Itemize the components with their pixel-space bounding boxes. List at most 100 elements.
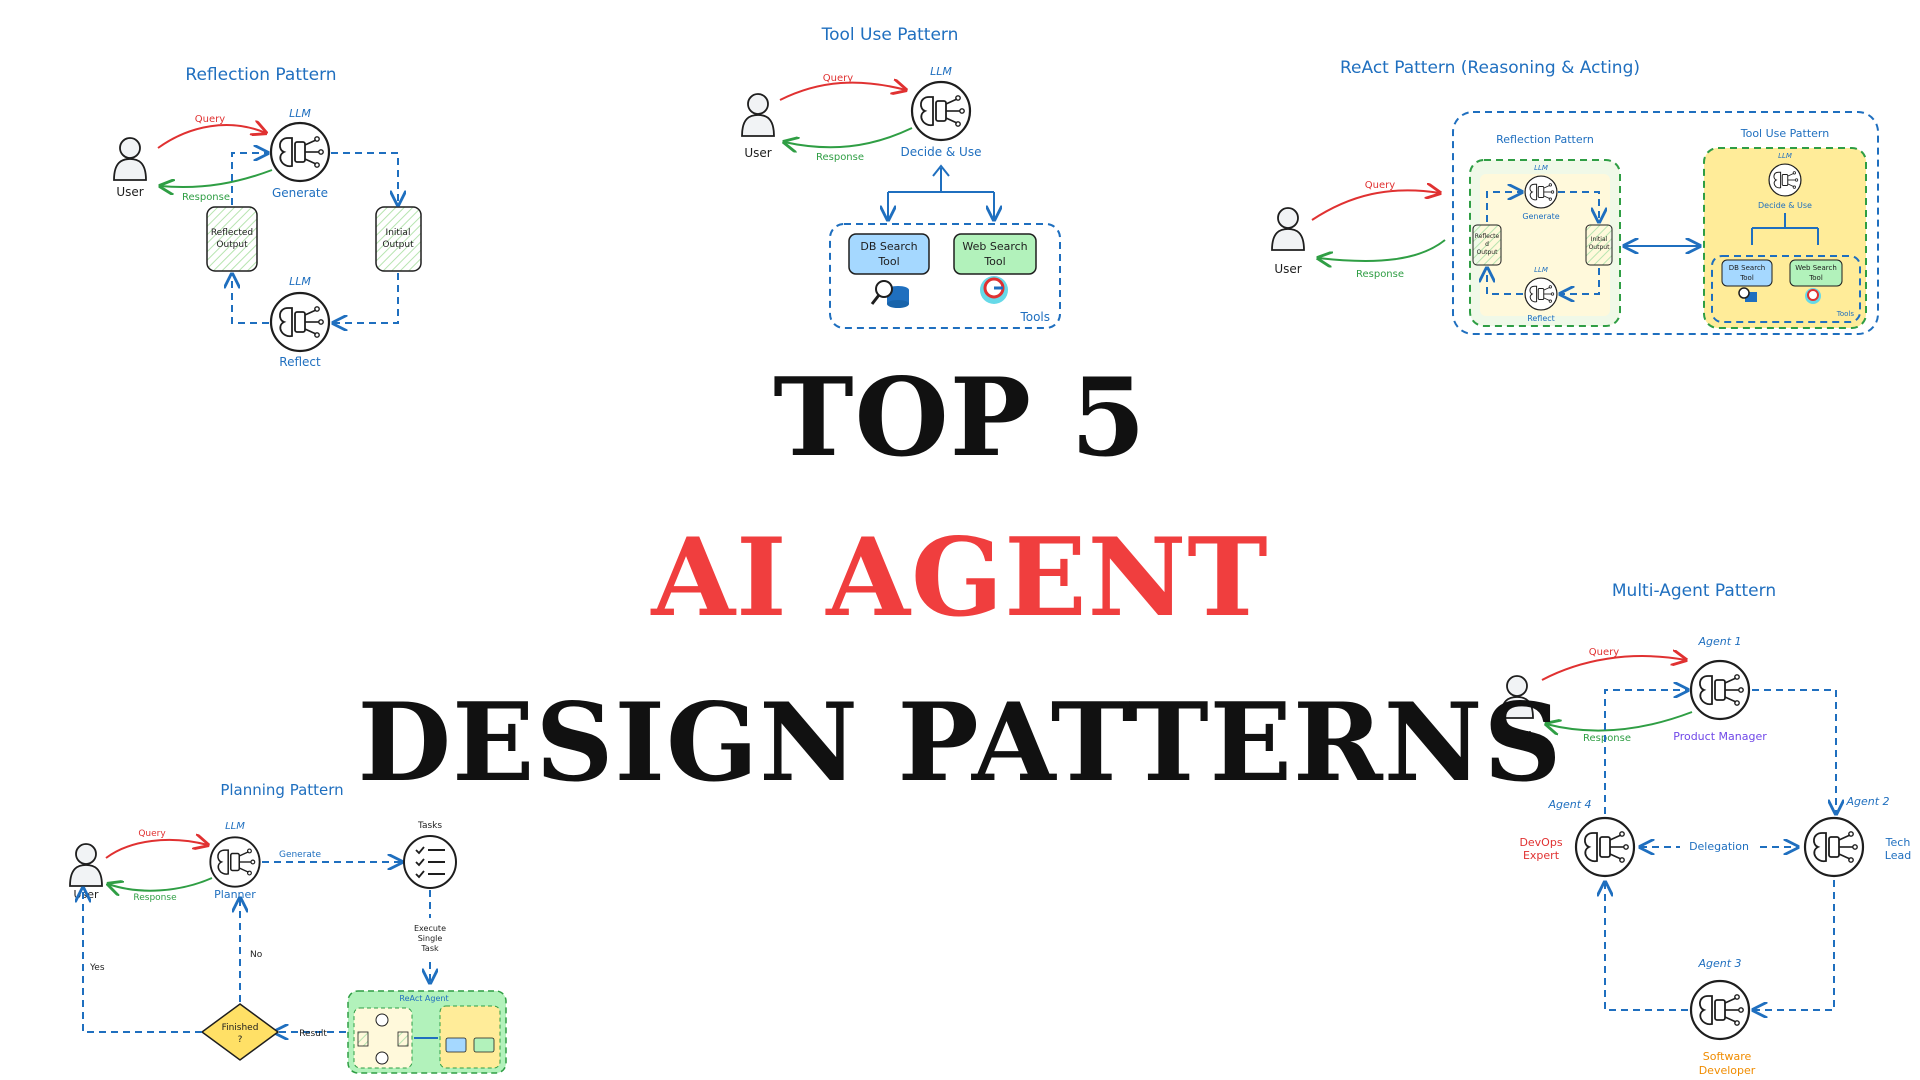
response-label: Response [182,192,230,203]
headline-design-patterns: DESIGN PATTERNS [357,680,1563,806]
llm-generate-icon [1524,175,1558,209]
reflection-title: Reflection Pattern [185,65,336,85]
reflected-to-generate-arrow [231,153,268,205]
finished-line1: Finished [222,1023,259,1033]
agent2-to-agent3-arrow [1753,880,1835,1010]
initial-output-line1: Initial [386,228,411,238]
llm-label: LLM [1534,266,1548,274]
response-label: Response [1356,269,1404,280]
llm-reflect-icon [1524,277,1558,311]
web-tool-line1: Web Search [1795,264,1837,272]
query-label: Query [1589,647,1619,658]
yes-label: Yes [89,963,105,973]
mini-web-tool [473,1037,495,1053]
llm-label: LLM [289,107,311,120]
web-tool-line1: Web Search [962,240,1027,253]
user-icon [113,137,147,181]
reflected-output-line3: Output [1477,249,1498,256]
mini-llm-icon [375,1051,389,1065]
result-label: Result [299,1029,327,1039]
web-search-google-icon [1805,288,1821,304]
initial-output-line1: Initial [1591,236,1608,243]
llm-label: LLM [930,65,952,78]
reflection-pattern: Reflection Pattern User LLM Generate LLM… [113,65,422,369]
agent3-role-line2: Developer [1699,1064,1756,1077]
react-pattern: ReAct Pattern (Reasoning & Acting) User … [1271,58,1879,335]
reflect-label: Reflect [1527,314,1555,323]
delegation-label: Delegation [1689,840,1749,853]
finished-line2: ? [238,1035,243,1045]
query-label: Query [138,829,166,839]
query-label: Query [1365,180,1395,191]
mini-llm-icon [375,1013,389,1027]
reflected-output-line1: Reflected [211,228,253,238]
tool-branch-lines [887,168,995,218]
tasks-checklist-icon [403,835,457,889]
headline-top-5: TOP 5 [773,355,1147,481]
react-reflection-title: Reflection Pattern [1496,133,1594,146]
yes-arrow [83,888,202,1033]
query-arrow [157,125,266,149]
agent4-role-line1: DevOps [1519,836,1562,849]
response-label: Response [816,152,864,163]
llm-label: LLM [289,275,311,288]
database-search-icon [870,280,909,308]
agent3-to-agent4-arrow [1605,882,1688,1011]
generate-label: Generate [279,850,321,860]
generate-label: Generate [1522,212,1559,221]
llm-reflect-icon [269,291,331,353]
reflect-to-reflected-arrow [232,274,269,324]
decide-use-label: Decide & Use [901,145,982,159]
llm-label: LLM [225,821,245,832]
llm-label: LLM [1534,164,1548,172]
tools-label: Tools [1836,310,1855,318]
tasks-label: Tasks [417,821,442,831]
web-tool-line2: Tool [1808,274,1823,282]
execute-line2: Single [418,934,443,943]
db-tool-line1: DB Search [1729,264,1765,272]
query-arrow [779,83,906,101]
execute-line3: Task [420,944,439,953]
response-arrow [784,127,913,147]
user-icon [741,93,775,137]
response-arrow [108,877,213,891]
mini-tooluse-box [439,1005,501,1069]
tools-label: Tools [1019,310,1050,324]
user-label: User [116,185,143,199]
react-agent-label: ReAct Agent [399,994,448,1003]
generate-label: Generate [272,186,328,200]
reflected-output-line2: d [1485,241,1489,248]
user-label: User [744,146,771,160]
decide-use-label: Decide & Use [1758,201,1812,210]
llm-generate-icon [269,121,331,183]
generate-to-output-arrow [331,152,398,205]
query-arrow [1541,656,1686,681]
query-label: Query [823,73,853,84]
agent2-role-line2: Lead [1885,849,1911,862]
web-tool-line2: Tool [983,255,1005,268]
infographic-canvas: Reflection Pattern User LLM Generate LLM… [0,0,1920,1080]
headline-ai-agent: AI AGENT [651,515,1269,641]
reflected-output-box [206,206,258,272]
query-arrow [105,840,208,859]
agent3-label: Agent 3 [1697,957,1741,970]
tool-use-title: Tool Use Pattern [821,25,959,45]
mini-output-box [357,1031,369,1047]
planner-label: Planner [214,888,256,901]
react-tooluse-title: Tool Use Pattern [1740,127,1830,140]
mini-db-tool [445,1037,467,1053]
agent3-role-line1: Software [1703,1050,1752,1063]
agent4-role-line2: Expert [1523,849,1560,862]
user-label: User [1274,262,1301,276]
agent2-role-line1: Tech [1885,836,1911,849]
llm-icon [910,80,972,142]
user-icon [69,843,103,887]
llm-label: LLM [1778,152,1792,160]
react-title: ReAct Pattern (Reasoning & Acting) [1340,58,1640,78]
web-search-google-icon [980,276,1008,304]
initial-output-line2: Output [382,240,414,250]
execute-line1: Execute [414,924,446,933]
user-icon [1271,207,1305,251]
tool-use-pattern: Tool Use Pattern User LLM Decide & Use Q… [741,25,1061,329]
db-tool-line1: DB Search [860,240,917,253]
